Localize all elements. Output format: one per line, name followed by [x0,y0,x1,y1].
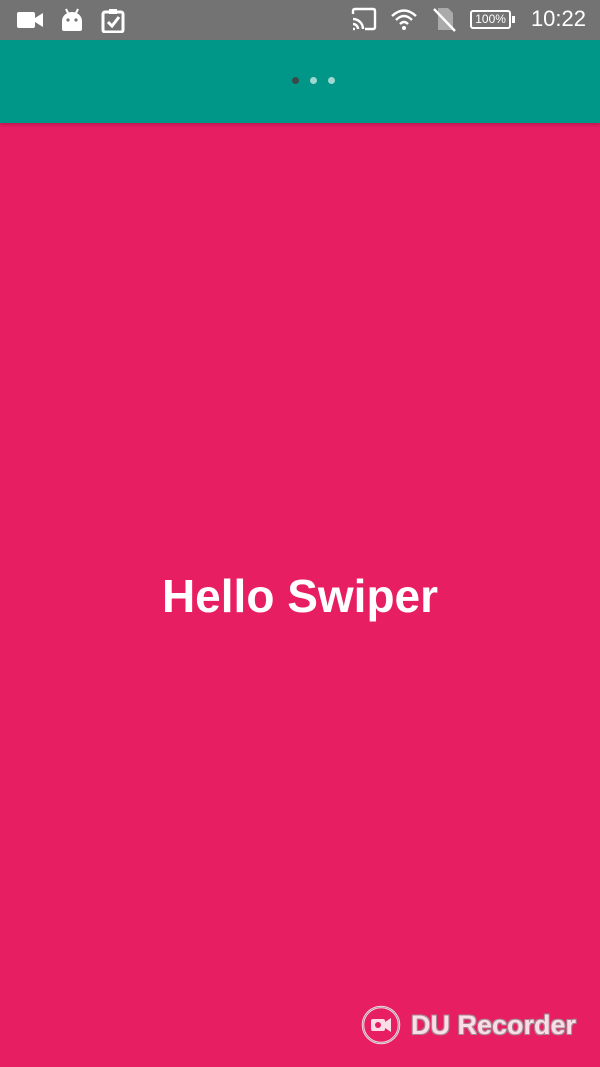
clipboard-check-icon [100,7,128,34]
cast-icon [350,6,378,32]
pager-dot-3[interactable] [328,77,335,84]
status-left-icons [16,7,128,34]
clock: 10:22 [530,6,586,31]
pager-dot-2[interactable] [310,77,317,84]
watermark-text: DU Recorder [410,1009,576,1040]
no-sim-icon [430,6,458,32]
slide-title: Hello Swiper [161,570,439,622]
status-bar: 100% 10:22 [0,0,600,40]
status-right-icons: 100% 10:22 [350,6,586,32]
battery-tip [511,15,515,23]
recorder-watermark: DU Recorder [361,1005,576,1045]
recorder-logo-icon [361,1005,401,1045]
video-camera-icon [16,7,44,33]
wifi-icon [390,6,418,32]
battery-indicator: 100% [470,9,515,29]
swiper-slide[interactable]: Hello Swiper [0,123,600,1067]
android-icon [58,7,86,33]
screen: 100% 10:22 Hello Swiper DU Recorder [0,0,600,1067]
pager-dots [292,77,335,84]
app-bar [0,40,600,123]
pager-dot-1[interactable] [292,77,299,84]
battery-level: 100% [470,9,511,29]
